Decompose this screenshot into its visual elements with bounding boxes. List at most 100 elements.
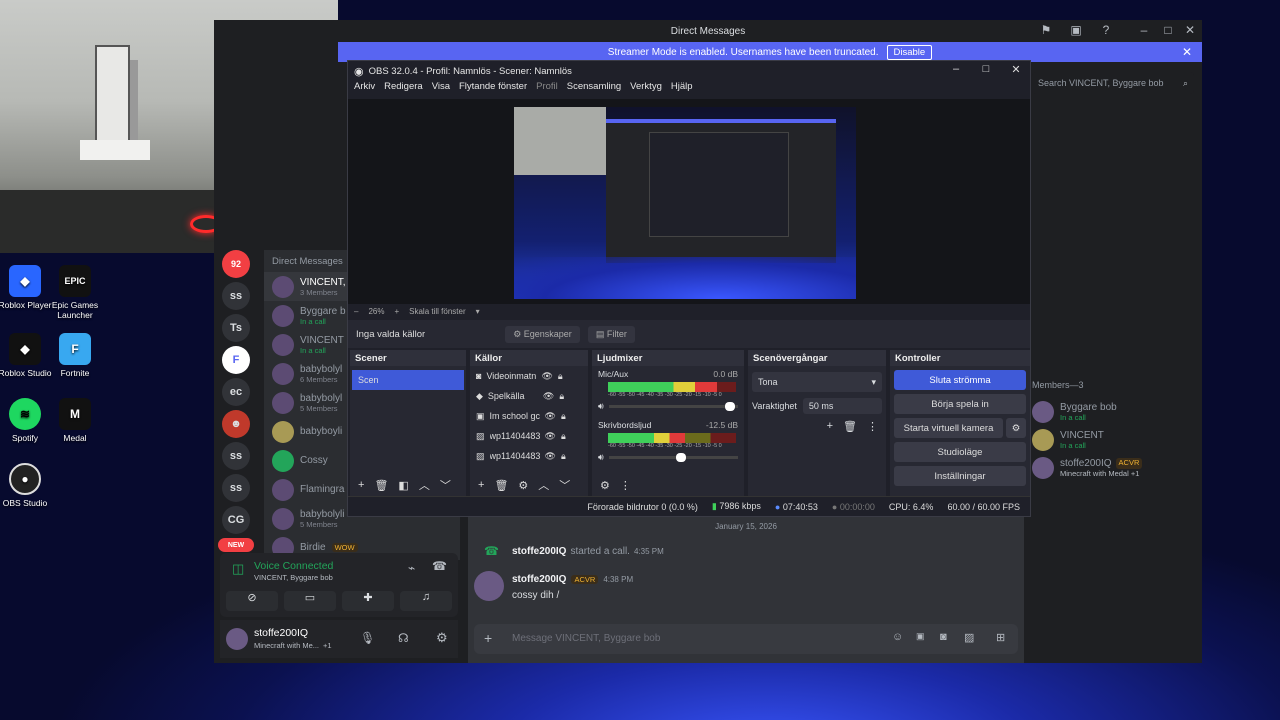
volume-slider[interactable] — [608, 401, 738, 411]
eye-icon[interactable]: 👁︎ — [543, 391, 554, 402]
server-red[interactable]: 92 — [222, 250, 250, 278]
avatar[interactable] — [226, 628, 248, 650]
obs-studio-icon[interactable]: ● OBS Studio — [0, 463, 56, 508]
menu-profil[interactable]: Profil — [536, 81, 558, 98]
disable-streamer-button[interactable]: Disable — [886, 44, 933, 60]
camera-off-icon[interactable]: ⊘ — [226, 591, 278, 611]
help-icon[interactable]: ? — [1098, 23, 1114, 39]
gift-icon[interactable]: ⊞ — [996, 631, 1005, 644]
slider-handle[interactable] — [676, 452, 687, 462]
obs-preview[interactable] — [348, 99, 1030, 304]
speaker-icon[interactable]: 🔊︎ — [598, 452, 604, 463]
server-avatar[interactable]: ☻ — [222, 410, 250, 438]
server-ec[interactable]: ec — [222, 378, 250, 406]
close-icon[interactable]: ✕ — [1006, 63, 1026, 76]
screen-share-icon[interactable]: ▭ — [284, 591, 336, 611]
trash-icon[interactable]: 🗑︎ — [494, 479, 508, 492]
server-ss[interactable]: ss — [222, 282, 250, 310]
eye-icon[interactable]: 👁︎ — [545, 431, 556, 442]
eye-icon[interactable]: 👁︎ — [541, 371, 552, 382]
minimize-icon[interactable]: – — [1136, 23, 1152, 39]
menu-flytande[interactable]: Flytande fönster — [459, 81, 527, 98]
filter-button[interactable]: ▤ Filter — [587, 325, 635, 343]
studio-mode-button[interactable]: Studioläge — [894, 442, 1026, 462]
close-icon[interactable]: ✕ — [1182, 23, 1198, 39]
trash-icon[interactable]: 🗑︎ — [374, 479, 388, 492]
up-icon[interactable]: ︿ — [419, 477, 430, 493]
chevron-down-icon[interactable]: ▾ — [476, 307, 480, 316]
emoji-icon[interactable]: ☺ — [892, 631, 903, 643]
source-item[interactable]: ▨ wp11404483 👁︎ 🔒︎ — [470, 446, 588, 466]
image-icon[interactable]: ▨ — [964, 631, 974, 644]
add-icon[interactable]: + — [358, 479, 364, 491]
soundboard-icon[interactable]: ♫ — [400, 591, 452, 611]
message-author[interactable]: stoffe200IQ — [512, 546, 566, 557]
source-item[interactable]: ▣ Im school gc 👁︎ 🔒︎ — [470, 406, 588, 426]
gear-icon[interactable]: ⚙ — [518, 479, 528, 492]
inbox-flag-icon[interactable]: ⚑ — [1038, 23, 1054, 39]
more-icon[interactable]: ⋮ — [620, 479, 631, 492]
epic-games-icon[interactable]: EPIC Epic Games Launcher — [44, 265, 106, 320]
menu-redigera[interactable]: Redigera — [384, 81, 423, 98]
member-item[interactable]: Byggare bob In a call — [1032, 398, 1202, 426]
settings-gear-icon[interactable]: ⚙ — [436, 630, 448, 646]
start-recording-button[interactable]: Börja spela in — [894, 394, 1026, 414]
sticker-icon[interactable]: ◙ — [940, 631, 947, 643]
lock-icon[interactable]: 🔒︎ — [561, 431, 566, 442]
source-item[interactable]: ▨ wp11404483 👁︎ 🔒︎ — [470, 426, 588, 446]
maximize-icon[interactable]: □ — [1160, 23, 1176, 39]
properties-button[interactable]: ⚙ Egenskaper — [505, 325, 580, 343]
slider-handle[interactable] — [725, 401, 736, 411]
avatar[interactable] — [474, 571, 504, 601]
trash-icon[interactable]: 🗑︎ — [843, 420, 857, 433]
medal-icon[interactable]: M Medal — [44, 398, 106, 443]
search-input[interactable]: Search VINCENT, Byggare bob ⌕ — [1032, 72, 1194, 94]
server-f[interactable]: F — [222, 346, 250, 374]
lock-icon[interactable]: 🔒︎ — [561, 451, 566, 462]
message-input[interactable]: Message VINCENT, Byggare bob — [512, 633, 660, 644]
settings-button[interactable]: Inställningar — [894, 466, 1026, 486]
server-cg[interactable]: CG — [222, 506, 250, 534]
source-item[interactable]: ◙ Videoinmatn 👁︎ 🔒︎ — [470, 366, 588, 386]
link-gear-icon[interactable]: ⚙ — [600, 479, 610, 492]
noise-suppression-icon[interactable]: ⌁ — [408, 561, 415, 575]
maximize-icon[interactable]: □ — [976, 63, 996, 75]
minimize-icon[interactable]: – — [946, 63, 966, 75]
zoom-in-icon[interactable]: + — [394, 307, 399, 316]
member-item[interactable]: stoffe200IQ ACVR Minecraft with Medal +1 — [1032, 454, 1202, 482]
fortnite-icon[interactable]: F Fortnite — [44, 333, 106, 378]
source-item[interactable]: ◆ Spelkälla 👁︎ 🔒︎ — [470, 386, 588, 406]
virtual-camera-button[interactable]: Starta virtuell kamera — [894, 418, 1003, 438]
lock-icon[interactable]: 🔒︎ — [558, 371, 563, 382]
virtual-camera-settings-icon[interactable]: ⚙ — [1006, 418, 1026, 438]
scene-item[interactable]: Scen — [352, 370, 464, 390]
menu-scensamling[interactable]: Scensamling — [567, 81, 621, 98]
scale-mode[interactable]: Skala till fönster — [409, 307, 465, 316]
down-icon[interactable]: ﹀ — [559, 477, 570, 493]
speaker-icon[interactable]: 🔊︎ — [598, 401, 604, 412]
window-popout-icon[interactable]: ▣ — [1068, 23, 1084, 39]
server-ss2[interactable]: ss — [222, 442, 250, 470]
close-banner-icon[interactable]: ✕ — [1182, 45, 1192, 59]
transition-select[interactable]: Tona ▾ — [752, 372, 882, 392]
stop-streaming-button[interactable]: Sluta strömma — [894, 370, 1026, 390]
menu-verktyg[interactable]: Verktyg — [630, 81, 662, 98]
member-item[interactable]: VINCENT In a call — [1032, 426, 1202, 454]
headset-icon[interactable]: ☊ — [398, 631, 409, 645]
server-ts[interactable]: Ts — [222, 314, 250, 342]
menu-arkiv[interactable]: Arkiv — [354, 81, 375, 98]
mic-icon[interactable]: 🎙︎ — [360, 631, 375, 645]
down-icon[interactable]: ﹀ — [440, 477, 451, 493]
activities-icon[interactable]: ✚ — [342, 591, 394, 611]
up-icon[interactable]: ︿ — [538, 477, 549, 493]
gif-icon[interactable]: ▣ — [916, 631, 925, 642]
zoom-out-icon[interactable]: – — [354, 307, 358, 316]
lock-icon[interactable]: 🔒︎ — [559, 391, 564, 402]
add-icon[interactable]: + — [478, 479, 484, 491]
menu-visa[interactable]: Visa — [432, 81, 450, 98]
add-icon[interactable]: + — [827, 420, 833, 433]
more-icon[interactable]: ⋮ — [867, 420, 878, 433]
volume-slider[interactable] — [608, 452, 738, 462]
filter-icon[interactable]: ◧ — [398, 479, 408, 492]
eye-icon[interactable]: 👁︎ — [545, 411, 556, 422]
